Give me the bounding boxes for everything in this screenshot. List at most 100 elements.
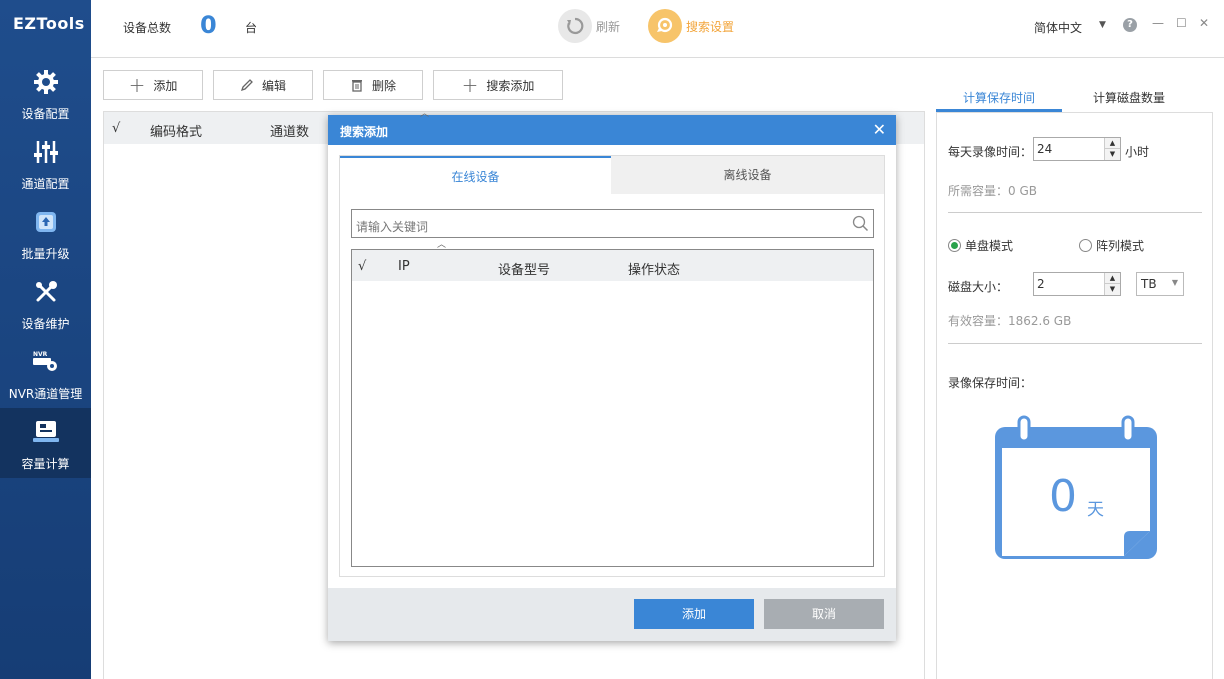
mode-single-label: 单盘模式: [965, 239, 1014, 253]
retention-days: 0: [1049, 471, 1077, 522]
upgrade-icon: [33, 207, 59, 237]
sidebar-item-batch-upgrade[interactable]: 批量升级: [0, 198, 91, 268]
language-select[interactable]: 简体中文: [1034, 19, 1082, 36]
app-logo: EZTools: [13, 14, 85, 33]
effective-capacity: 有效容量：1862.6 GB: [948, 314, 1072, 328]
dialog-cancel-button[interactable]: 取消: [764, 599, 884, 629]
search-settings-label: 搜索设置: [686, 19, 735, 34]
daily-record-label: 每天录像时间：: [948, 145, 1033, 159]
refresh-button[interactable]: 刷新: [558, 9, 620, 43]
retention-label: 录像保存时间：: [948, 376, 1033, 390]
pencil-icon: [240, 78, 254, 92]
list-header: √ IP 设备型号 操作状态: [352, 250, 873, 281]
search-icon[interactable]: [852, 215, 869, 235]
tab-online-devices[interactable]: 在线设备: [340, 156, 611, 194]
add-label: 添加: [153, 78, 178, 93]
refresh-label: 刷新: [596, 19, 621, 34]
divider: [948, 343, 1202, 344]
mode-single-radio[interactable]: 单盘模式: [948, 237, 1013, 254]
search-settings-icon: [648, 9, 682, 43]
daily-record-unit: 小时: [1125, 145, 1150, 159]
select-all-column[interactable]: √: [112, 121, 120, 136]
disk-unit-select[interactable]: TB ▼: [1136, 272, 1184, 296]
calculator-icon: [32, 417, 60, 447]
tab-calc-disk-count[interactable]: 计算磁盘数量: [1093, 89, 1165, 106]
capacity-tabs: 计算保存时间 计算磁盘数量: [936, 80, 1213, 112]
delete-button[interactable]: 删除: [323, 70, 423, 100]
delete-label: 删除: [371, 78, 396, 93]
sidebar-item-label: 设备维护: [21, 317, 70, 331]
disk-size-label: 磁盘大小：: [948, 280, 1009, 294]
mode-array-label: 阵列模式: [1096, 239, 1145, 253]
sidebar-item-device-maintenance[interactable]: 设备维护: [0, 268, 91, 338]
device-list: √ IP 设备型号 操作状态: [351, 249, 874, 567]
capacity-panel: 计算保存时间 计算磁盘数量 每天录像时间： 24 ▲ ▼ 小时 所需容量：0 GB…: [936, 80, 1213, 679]
stepper-up-icon[interactable]: ▲: [1105, 138, 1120, 149]
sidebar-item-label: NVR通道管理: [8, 387, 83, 401]
daily-record-value: 24: [1037, 142, 1053, 156]
keyword-search-input[interactable]: 请输入关键词: [351, 209, 874, 238]
close-button[interactable]: ✕: [1199, 16, 1209, 30]
device-unit: 台: [245, 21, 258, 35]
trash-icon: [350, 78, 364, 92]
disk-size-value: 2: [1037, 277, 1045, 291]
minimize-button[interactable]: —: [1152, 16, 1164, 30]
sidebar-item-device-config[interactable]: 设备配置: [0, 58, 91, 128]
stepper-up-icon[interactable]: ▲: [1105, 273, 1120, 284]
nvr-icon: NVR: [32, 347, 60, 377]
sliders-icon: [33, 137, 59, 167]
sort-caret-icon: ︿: [420, 109, 430, 119]
stepper-down-icon[interactable]: ▼: [1105, 149, 1120, 160]
capacity-form: 每天录像时间： 24 ▲ ▼ 小时 所需容量：0 GB 单盘模式 阵列模式 磁盘大…: [936, 112, 1213, 679]
dialog-title: 搜索添加: [340, 125, 389, 139]
column-ip[interactable]: IP: [398, 259, 410, 274]
radio-selected-icon: [948, 239, 961, 252]
sidebar-item-label: 批量升级: [21, 247, 70, 261]
column-encoding[interactable]: 编码格式: [150, 121, 202, 140]
sidebar-item-label: 设备配置: [21, 107, 70, 121]
gear-icon: [33, 67, 59, 97]
dialog-footer: 添加 取消: [328, 588, 896, 641]
mode-array-radio[interactable]: 阵列模式: [1079, 237, 1144, 254]
plus-icon: +: [461, 73, 479, 97]
radio-icon: [1079, 239, 1092, 252]
plus-icon: +: [128, 73, 146, 97]
dialog-content: 在线设备 离线设备 请输入关键词 ︿ √ IP 设备型号 操作状态: [339, 155, 885, 577]
refresh-icon: [558, 9, 592, 43]
sidebar-item-label: 通道配置: [21, 177, 70, 191]
tools-icon: [33, 277, 59, 307]
tab-offline-devices[interactable]: 离线设备: [611, 156, 884, 194]
dialog-add-button[interactable]: 添加: [634, 599, 754, 629]
help-icon[interactable]: ?: [1123, 18, 1137, 32]
tab-calc-retention[interactable]: 计算保存时间: [963, 89, 1035, 106]
sidebar-item-label: 容量计算: [21, 457, 70, 471]
stepper-down-icon[interactable]: ▼: [1105, 284, 1120, 295]
add-button[interactable]: + 添加: [103, 70, 203, 100]
search-add-button[interactable]: + 搜索添加: [433, 70, 563, 100]
column-device-model[interactable]: 设备型号: [498, 259, 550, 278]
chevron-down-icon[interactable]: ▼: [1099, 20, 1106, 30]
dialog-close-icon[interactable]: ✕: [873, 120, 886, 139]
top-bar: 设备总数 0 台 刷新 搜索设置 简体中文 ▼ ? — ☐ ✕: [91, 0, 1224, 58]
edit-button[interactable]: 编辑: [213, 70, 313, 100]
disk-unit-value: TB: [1141, 277, 1157, 291]
divider: [948, 212, 1202, 213]
sidebar-item-channel-config[interactable]: 通道配置: [0, 128, 91, 198]
sidebar-item-capacity-calc[interactable]: 容量计算: [0, 408, 91, 478]
column-channels[interactable]: 通道数: [270, 121, 309, 140]
sidebar-item-nvr-channel[interactable]: NVR NVR通道管理: [0, 338, 91, 408]
required-capacity: 所需容量：0 GB: [948, 184, 1037, 198]
svg-text:NVR: NVR: [33, 351, 48, 358]
chevron-down-icon: ▼: [1171, 278, 1178, 287]
daily-record-stepper[interactable]: 24 ▲ ▼: [1033, 137, 1121, 161]
search-add-label: 搜索添加: [486, 78, 535, 93]
retention-unit: 天: [1087, 500, 1104, 520]
search-settings-button[interactable]: 搜索设置: [648, 9, 734, 43]
select-all-column[interactable]: √: [358, 259, 366, 274]
sidebar: EZTools 设备配置 通道配置 批量升级 设备维护 NVR NVR通道管理: [0, 0, 91, 679]
disk-size-stepper[interactable]: 2 ▲ ▼: [1033, 272, 1121, 296]
maximize-button[interactable]: ☐: [1176, 16, 1187, 30]
search-placeholder: 请输入关键词: [356, 220, 429, 234]
column-operation-status[interactable]: 操作状态: [628, 259, 680, 278]
search-add-dialog: 搜索添加 ✕ 在线设备 离线设备 请输入关键词 ︿ √ IP 设备型号 操作状态…: [328, 115, 896, 641]
